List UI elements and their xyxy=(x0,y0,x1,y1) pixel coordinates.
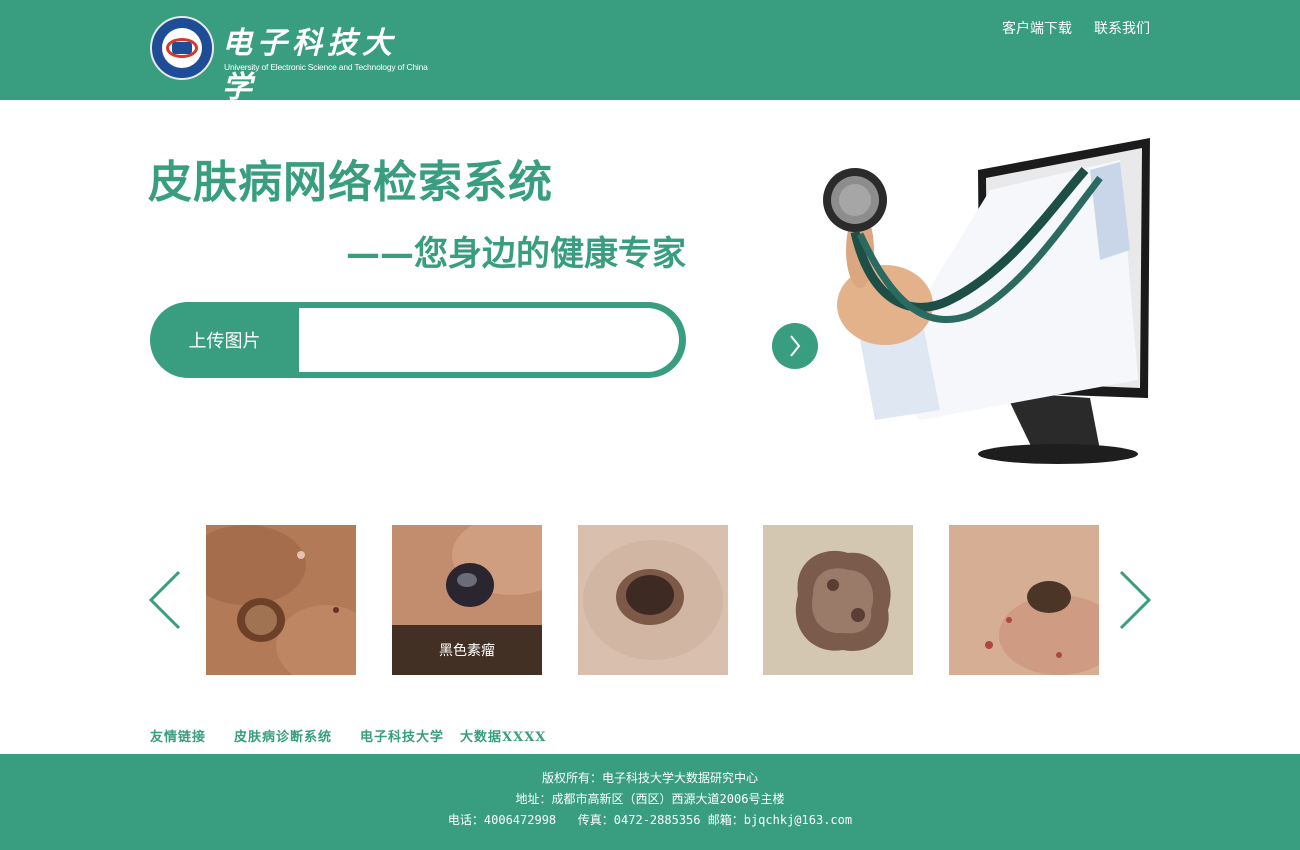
chevron-right-icon xyxy=(1119,570,1152,630)
friend-links: 友情链接 皮肤病诊断系统 电子科技大学 大数据XXXX xyxy=(150,726,574,745)
doctor-monitor-illustration xyxy=(823,138,1150,464)
page-subtitle: ——您身边的健康专家 xyxy=(346,234,686,274)
site-header: 电子科技大学 University of Electronic Science … xyxy=(0,0,1300,105)
footer-address: 地址：成都市高新区（西区）西源大道2006号主楼 xyxy=(515,792,785,806)
skin-lesion-image xyxy=(578,525,728,675)
carousel-next-button[interactable] xyxy=(1118,570,1152,630)
carousel-item-3[interactable] xyxy=(578,525,728,675)
carousel-item-5[interactable] xyxy=(949,525,1099,675)
skin-lesion-image xyxy=(206,525,356,675)
logo-english-name: University of Electronic Science and Tec… xyxy=(224,62,428,72)
university-logo[interactable]: 电子科技大学 University of Electronic Science … xyxy=(150,16,428,105)
carousel-item-caption: 黑色素瘤 xyxy=(392,625,542,675)
carousel-item-2[interactable]: 黑色素瘤 xyxy=(392,525,542,675)
image-upload-bar: 上传图片 xyxy=(150,302,818,378)
carousel-prev-button[interactable] xyxy=(148,570,182,630)
skin-lesion-image xyxy=(763,525,913,675)
page-title: 皮肤病网络检索系统 xyxy=(148,157,553,208)
footer-copyright: 版权所有：电子科技大学大数据研究中心 xyxy=(541,771,758,785)
link-skin-diagnosis-system[interactable]: 皮肤病诊断系统 xyxy=(234,730,332,745)
site-footer: 版权所有：电子科技大学大数据研究中心 地址：成都市高新区（西区）西源大道2006… xyxy=(0,754,1300,850)
upload-path-input[interactable] xyxy=(309,320,613,362)
upload-field xyxy=(299,308,818,372)
nav-client-download[interactable]: 客户端下载 xyxy=(1002,18,1072,38)
upload-image-button[interactable]: 上传图片 xyxy=(150,302,299,378)
university-seal-icon xyxy=(150,16,214,80)
nav-contact-us[interactable]: 联系我们 xyxy=(1094,18,1150,38)
link-uestc[interactable]: 电子科技大学 xyxy=(360,730,444,745)
friend-links-heading: 友情链接 xyxy=(150,730,207,745)
skin-lesion-image xyxy=(949,525,1099,675)
carousel-item-4[interactable] xyxy=(763,525,913,675)
carousel-item-1[interactable] xyxy=(206,525,356,675)
top-nav: 客户端下载 联系我们 xyxy=(1002,18,1150,38)
footer-contact: 电话：4006472998 传真：0472-2885356 邮箱：bjqchkj… xyxy=(447,813,853,827)
link-big-data[interactable]: 大数据XXXX xyxy=(460,730,546,745)
chevron-left-icon xyxy=(148,570,181,630)
